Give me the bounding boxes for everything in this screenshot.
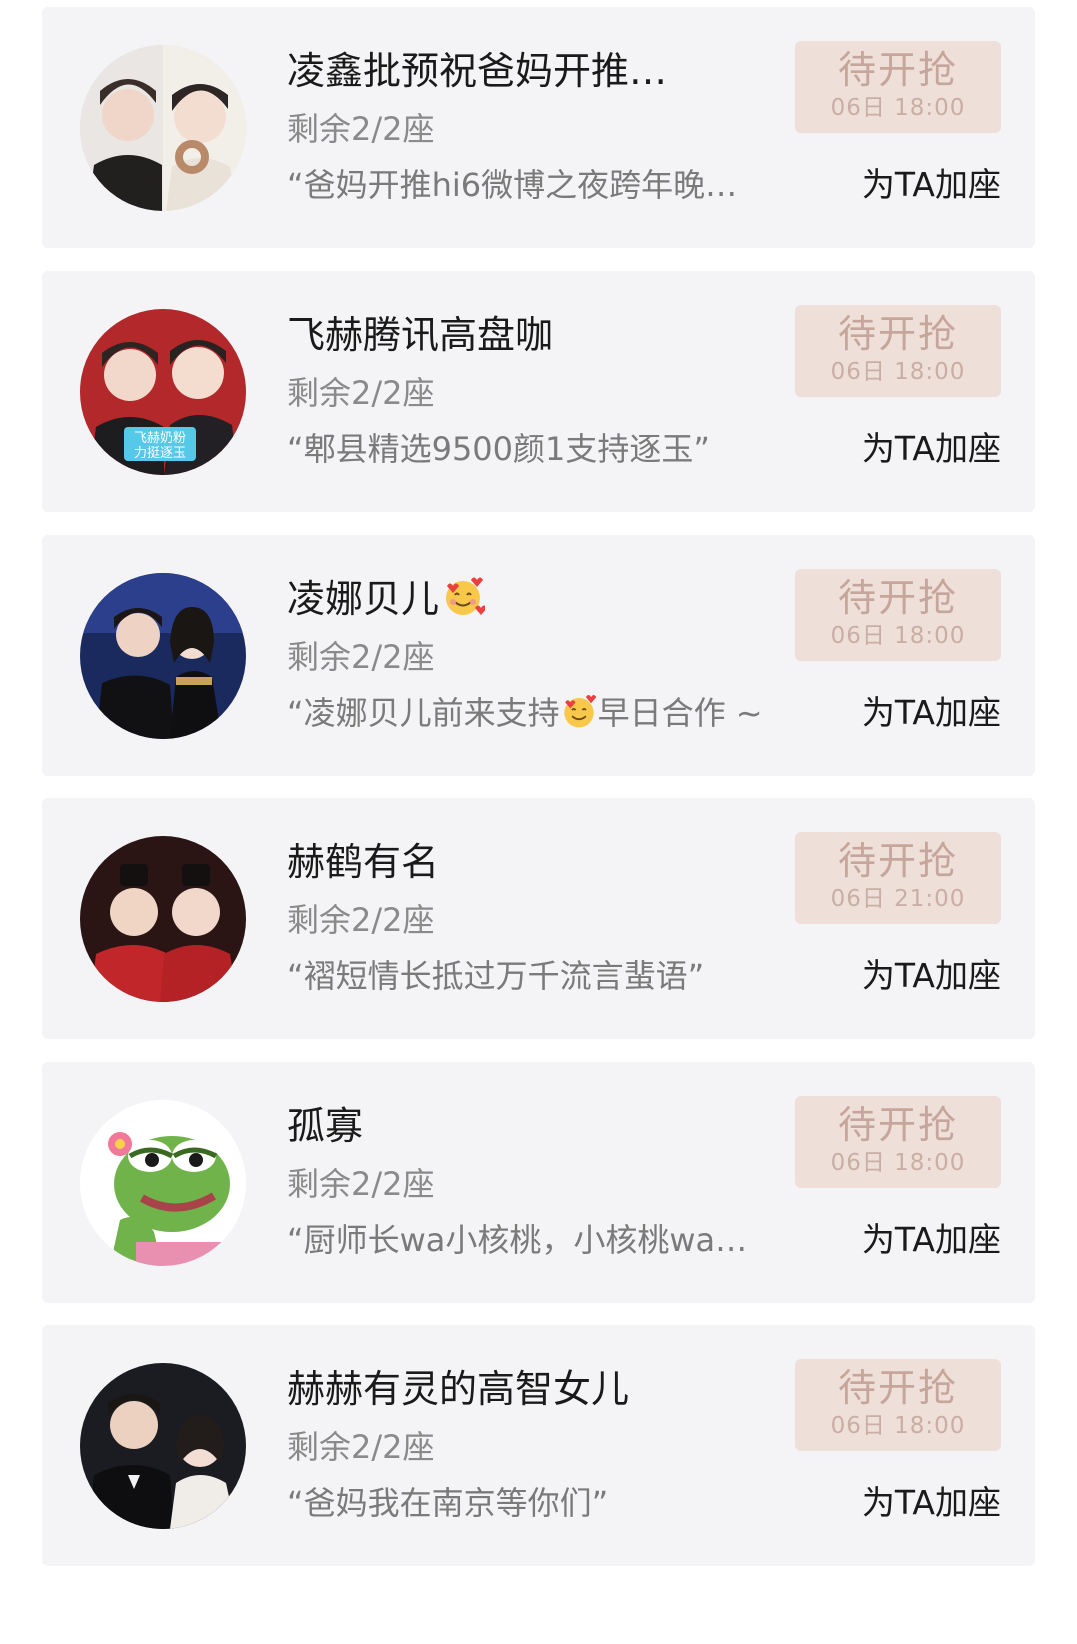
- seats-remaining: 剩余2/2座: [287, 110, 435, 148]
- row-message-part: “凌娜贝儿前来支持: [287, 694, 560, 732]
- grab-status: 待开抢: [837, 839, 958, 883]
- list-item[interactable]: 赫鹤有名 剩余2/2座 “褶短情长抵过万千流言蜚语” 待开抢 06日 21:00…: [42, 798, 1035, 1039]
- avatar[interactable]: [80, 45, 246, 211]
- row-message: “厨师长wa小核桃，小核桃wa…: [287, 1221, 748, 1259]
- list-item[interactable]: 飞赫奶粉 力挺逐玉 飞赫腾讯高盘咖 剩余2/2座 “郫县精选9500颜1支持逐玉…: [42, 271, 1035, 512]
- avatar-photo-icon: [80, 836, 246, 1002]
- row-message: “爸妈开推hi6微博之夜跨年晚…: [287, 166, 738, 204]
- grab-status: 待开抢: [837, 312, 958, 356]
- avatar-photo-icon: 飞赫奶粉 力挺逐玉: [80, 309, 246, 475]
- grab-button[interactable]: 待开抢 06日 18:00: [795, 305, 1001, 397]
- avatar[interactable]: [80, 573, 246, 739]
- grab-button[interactable]: 待开抢 06日 18:00: [795, 41, 1001, 133]
- row-message: “爸妈我在南京等你们”: [287, 1484, 609, 1522]
- smiling-face-with-hearts-icon: [446, 577, 486, 615]
- row-name: 凌鑫批预祝爸妈开推…: [287, 49, 668, 93]
- row-message: “郫县精选9500颜1支持逐玉”: [287, 430, 710, 468]
- grab-button[interactable]: 待开抢 06日 18:00: [795, 1359, 1001, 1451]
- grab-time: 06日 18:00: [830, 1150, 966, 1176]
- seats-remaining: 剩余2/2座: [287, 374, 435, 412]
- avatar-photo-icon: [80, 45, 246, 211]
- add-seat-button[interactable]: 为TA加座: [862, 691, 1001, 735]
- grab-status: 待开抢: [837, 576, 958, 620]
- row-name-text: 凌娜贝儿: [287, 577, 440, 621]
- list-item[interactable]: 孤寡 剩余2/2座 “厨师长wa小核桃，小核桃wa… 待开抢 06日 18:00…: [42, 1062, 1035, 1303]
- row-name: 赫鹤有名: [287, 840, 440, 884]
- add-seat-button[interactable]: 为TA加座: [862, 1481, 1001, 1525]
- avatar[interactable]: [80, 1100, 246, 1266]
- row-message: “褶短情长抵过万千流言蜚语”: [287, 957, 705, 995]
- row-name: 飞赫腾讯高盘咖: [287, 313, 554, 357]
- grab-time: 06日 18:00: [830, 623, 966, 649]
- grab-button[interactable]: 待开抢 06日 21:00: [795, 832, 1001, 924]
- grab-time: 06日 18:00: [830, 1413, 966, 1439]
- avatar[interactable]: 飞赫奶粉 力挺逐玉: [80, 309, 246, 475]
- seats-remaining: 剩余2/2座: [287, 1165, 435, 1203]
- grab-button[interactable]: 待开抢 06日 18:00: [795, 1096, 1001, 1188]
- grab-status: 待开抢: [837, 1366, 958, 1410]
- list-item[interactable]: 凌鑫批预祝爸妈开推… 剩余2/2座 “爸妈开推hi6微博之夜跨年晚… 待开抢 0…: [42, 7, 1035, 248]
- grab-button[interactable]: 待开抢 06日 18:00: [795, 569, 1001, 661]
- avatar[interactable]: [80, 1363, 246, 1529]
- list-item[interactable]: 凌娜贝儿 剩余2/2座 “凌娜贝儿前来支持 早日合作 ~ 待开抢 06日 18:…: [42, 535, 1035, 776]
- avatar-frog-icon: [80, 1100, 246, 1266]
- row-message-part: 早日合作 ~: [597, 694, 763, 732]
- grab-time: 06日 18:00: [830, 95, 966, 121]
- grab-status: 待开抢: [837, 1103, 958, 1147]
- seats-remaining: 剩余2/2座: [287, 901, 435, 939]
- row-name: 孤寡: [287, 1104, 364, 1148]
- svg-text:飞赫奶粉: 飞赫奶粉: [134, 431, 186, 446]
- grab-time: 06日 21:00: [830, 886, 966, 912]
- svg-text:力挺逐玉: 力挺逐玉: [134, 446, 186, 461]
- avatar-photo-icon: [80, 1363, 246, 1529]
- add-seat-button[interactable]: 为TA加座: [862, 427, 1001, 471]
- row-message: “凌娜贝儿前来支持 早日合作 ~: [287, 691, 767, 735]
- grab-status: 待开抢: [837, 48, 958, 92]
- add-seat-button[interactable]: 为TA加座: [862, 954, 1001, 998]
- list-item[interactable]: 赫赫有灵的高智女儿 剩余2/2座 “爸妈我在南京等你们” 待开抢 06日 18:…: [42, 1325, 1035, 1566]
- avatar-photo-icon: [80, 573, 246, 739]
- avatar[interactable]: [80, 836, 246, 1002]
- seats-remaining: 剩余2/2座: [287, 638, 435, 676]
- row-name: 赫赫有灵的高智女儿: [287, 1367, 630, 1411]
- add-seat-button[interactable]: 为TA加座: [862, 1218, 1001, 1262]
- seats-remaining: 剩余2/2座: [287, 1428, 435, 1466]
- grab-time: 06日 18:00: [830, 359, 966, 385]
- add-seat-button[interactable]: 为TA加座: [862, 163, 1001, 207]
- row-name: 凌娜贝儿: [287, 573, 486, 625]
- smiling-face-with-hearts-icon: [563, 695, 596, 728]
